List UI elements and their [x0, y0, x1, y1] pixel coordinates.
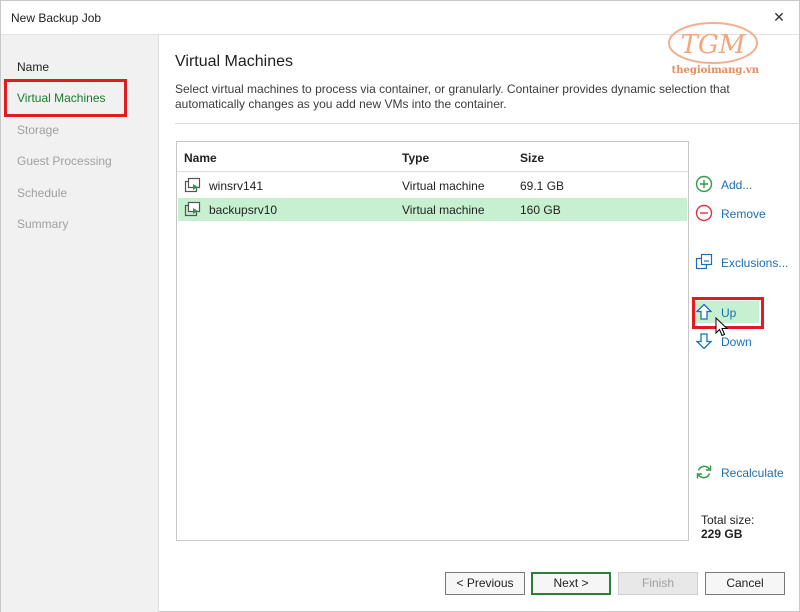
exclusions-label: Exclusions...	[721, 256, 789, 270]
exclusions-icon	[695, 253, 713, 270]
total-size-value: 229 GB	[701, 527, 743, 541]
column-header-type[interactable]: Type	[402, 151, 429, 165]
column-header-size[interactable]: Size	[520, 151, 544, 165]
previous-button[interactable]: < Previous	[445, 572, 525, 595]
down-label: Down	[721, 335, 752, 349]
next-button[interactable]: Next >	[531, 572, 611, 595]
plus-circle-icon	[695, 175, 713, 193]
close-icon[interactable]: ✕	[769, 7, 789, 27]
cancel-button[interactable]: Cancel	[705, 572, 785, 595]
step-guest-processing: Guest Processing	[17, 154, 112, 168]
vm-type: Virtual machine	[402, 203, 485, 217]
table-row[interactable]: winsrv141 Virtual machine 69.1 GB	[178, 174, 687, 197]
vm-name: winsrv141	[209, 179, 264, 193]
step-name[interactable]: Name	[17, 60, 49, 74]
column-header-name[interactable]: Name	[184, 151, 217, 165]
virtual-machine-icon	[184, 201, 201, 217]
wizard-steps-sidebar: Name Virtual Machines Storage Guest Proc…	[1, 35, 159, 612]
page-title: Virtual Machines	[175, 53, 293, 70]
mouse-pointer-icon	[715, 317, 729, 337]
arrow-down-icon	[695, 333, 713, 350]
divider	[175, 123, 800, 124]
vm-type: Virtual machine	[402, 179, 485, 193]
table-row[interactable]: backupsrv10 Virtual machine 160 GB	[178, 198, 687, 221]
remove-label: Remove	[721, 207, 766, 221]
step-storage: Storage	[17, 123, 60, 137]
step-schedule: Schedule	[17, 186, 68, 200]
vm-name: backupsrv10	[209, 203, 278, 217]
new-backup-job-window: New Backup Job ✕ TGM thegioimang.vn Name…	[0, 0, 800, 612]
refresh-icon	[696, 465, 712, 479]
total-size-label: Total size:	[701, 513, 755, 527]
step-summary: Summary	[17, 217, 69, 231]
page-description: Select virtual machines to process via c…	[175, 82, 730, 111]
main-content: Virtual Machines Select virtual machines…	[159, 35, 800, 612]
table-header: Name Type Size	[177, 142, 688, 172]
add-label: Add...	[721, 178, 753, 192]
vm-size: 69.1 GB	[520, 179, 565, 193]
finish-button: Finish	[618, 572, 698, 595]
vm-table[interactable]: Name Type Size winsrv141 Virtual machine…	[176, 141, 689, 541]
window-title: New Backup Job	[11, 11, 102, 25]
annotation-highlight-step	[4, 79, 127, 117]
minus-circle-icon	[695, 204, 713, 222]
vm-size: 160 GB	[520, 203, 561, 217]
virtual-machine-icon	[184, 177, 201, 193]
recalculate-label: Recalculate	[721, 466, 784, 480]
